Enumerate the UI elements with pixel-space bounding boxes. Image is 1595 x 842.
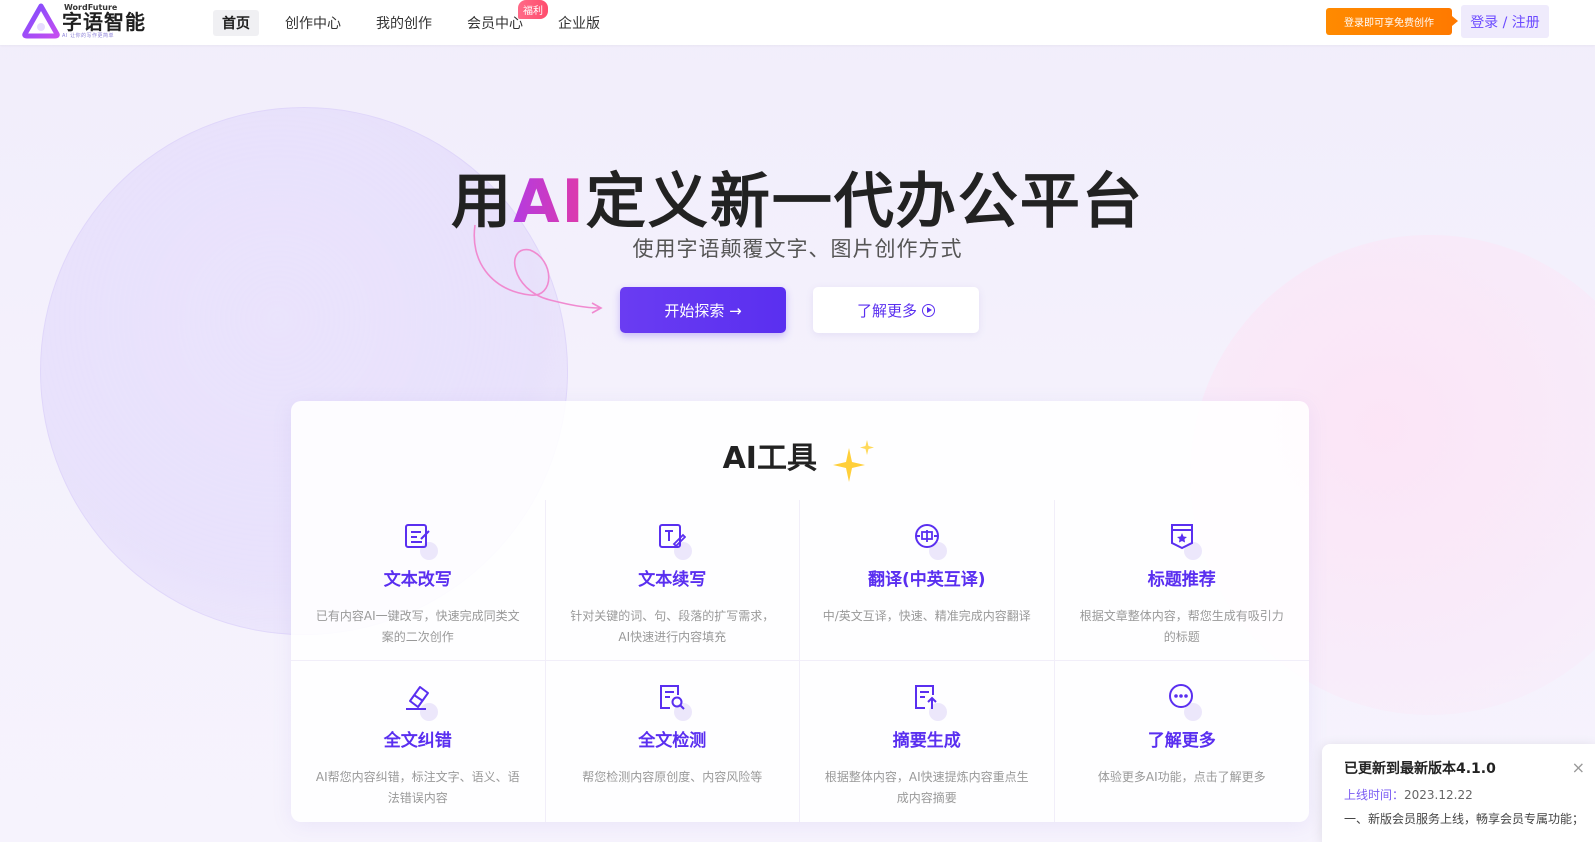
- tool-title-recommend[interactable]: 标题推荐 根据文章整体内容，帮您生成有吸引力的标题: [1054, 500, 1309, 661]
- close-icon[interactable]: ×: [1572, 758, 1585, 777]
- member-welfare-badge: 福利: [518, 0, 548, 19]
- eraser-icon: [400, 681, 438, 721]
- tool-desc: 中/英文互译，快速、精准完成内容翻译: [822, 609, 1031, 623]
- tool-name: 了解更多: [1147, 731, 1216, 751]
- tool-desc: 根据文章整体内容，帮您生成有吸引力的标题: [1079, 609, 1284, 644]
- sparkle-icon: [833, 439, 875, 482]
- learn-more-button[interactable]: 了解更多: [813, 287, 979, 333]
- top-header: WordFuture 字语智能 AI 让你的写作更简单 首页 创作中心 我的创作…: [0, 0, 1595, 45]
- notice-title: 已更新到最新版本4.1.0: [1344, 761, 1496, 777]
- tool-desc: AI帮您内容纠错，标注文字、语义、语法错误内容: [315, 770, 520, 805]
- learn-more-label: 了解更多: [856, 301, 917, 320]
- tool-name: 文本改写: [383, 570, 452, 590]
- tool-full-correction[interactable]: 全文纠错 AI帮您内容纠错，标注文字、语义、语法错误内容: [291, 661, 546, 822]
- tool-text-continue[interactable]: 文本续写 针对关键的词、句、段落的扩写需求，AI快速进行内容填充: [545, 500, 800, 661]
- ai-tools-grid: 文本改写 已有内容AI一键改写，快速完成同类文案的二次创作 文本续写 针对关键的…: [291, 500, 1309, 822]
- star-badge-icon: [1164, 520, 1202, 560]
- login-register-button[interactable]: 登录 / 注册: [1461, 5, 1549, 38]
- tool-desc: 帮您检测内容原创度、内容风险等: [582, 770, 763, 784]
- nav-home[interactable]: 首页: [213, 10, 259, 36]
- logo[interactable]: WordFuture 字语智能 AI 让你的写作更简单: [22, 2, 152, 40]
- tool-desc: 已有内容AI一键改写，快速完成同类文案的二次创作: [315, 609, 520, 644]
- tool-full-detection[interactable]: 全文检测 帮您检测内容原创度、内容风险等: [546, 661, 800, 822]
- tool-name: 摘要生成: [892, 731, 961, 751]
- notice-time-value: 2023.12.22: [1404, 788, 1473, 802]
- nav-member-center-label: 会员中心: [467, 16, 523, 32]
- tool-desc: 针对关键的词、句、段落的扩写需求，AI快速进行内容填充: [570, 609, 775, 644]
- tool-desc: 体验更多AI功能，点击了解更多: [1097, 770, 1266, 784]
- ai-tools-heading: AI工具: [291, 433, 1309, 482]
- doc-upload-icon: [909, 681, 947, 721]
- notice-body: 一、新版会员服务上线，畅享会员专属功能；: [1344, 812, 1585, 826]
- tool-desc: 根据整体内容，AI快速提炼内容重点生成内容摘要: [824, 770, 1029, 805]
- edit-doc-icon: [400, 520, 438, 560]
- nav-enterprise[interactable]: 企业版: [549, 10, 609, 36]
- tool-name: 标题推荐: [1147, 570, 1216, 590]
- hero-title: 用AI定义新一代办公平台: [0, 153, 1595, 240]
- ai-tools-title: AI工具: [722, 441, 817, 476]
- tool-summary-generate[interactable]: 摘要生成 根据整体内容，AI快速提炼内容重点生成内容摘要: [800, 661, 1055, 822]
- tool-name: 翻译(中英互译): [867, 570, 986, 590]
- nav-member-center[interactable]: 会员中心 福利: [458, 0, 548, 36]
- pen-text-icon: [654, 520, 693, 560]
- logo-mark-icon: [22, 3, 60, 39]
- tool-text-rewrite[interactable]: 文本改写 已有内容AI一键改写，快速完成同类文案的二次创作: [291, 500, 546, 661]
- decorative-squiggle-arrow: [473, 224, 603, 314]
- tool-translate[interactable]: 翻译(中英互译) 中/英文互译，快速、精准完成内容翻译: [800, 500, 1055, 661]
- logo-slogan: AI 让你的写作更简单: [62, 32, 114, 39]
- doc-search-icon: [654, 681, 693, 721]
- tool-name: 全文纠错: [383, 731, 452, 751]
- notice-time-label: 上线时间：: [1344, 788, 1405, 802]
- hero-subtitle: 使用字语颠覆文字、图片创作方式: [632, 237, 963, 261]
- play-circle-icon: [922, 303, 935, 317]
- notice-release-time: 上线时间：2023.12.22: [1344, 786, 1595, 803]
- hero-title-suffix: 定义新一代办公平台: [585, 167, 1144, 237]
- logo-chinese: 字语智能: [62, 9, 146, 34]
- start-explore-button[interactable]: 开始探索 →: [620, 287, 786, 333]
- free-creation-promo-button[interactable]: 登录即可享免费创作: [1326, 8, 1458, 35]
- main-nav: 首页 创作中心 我的创作 会员中心 福利 企业版: [213, 0, 626, 36]
- nav-my-creations[interactable]: 我的创作: [367, 10, 441, 36]
- update-notification: 已更新到最新版本4.1.0 × 上线时间：2023.12.22 一、新版会员服务…: [1322, 744, 1595, 842]
- translate-icon: [909, 520, 947, 560]
- nav-creation-center[interactable]: 创作中心: [276, 10, 350, 36]
- tool-learn-more[interactable]: 了解更多 体验更多AI功能，点击了解更多: [1055, 661, 1310, 822]
- more-dots-icon: [1164, 681, 1202, 721]
- ai-tools-card: AI工具 文本改写 已有内容AI一键改写，快速完成同类文案的二次创作 文本续写 …: [291, 401, 1309, 822]
- tool-name: 文本续写: [638, 570, 707, 590]
- tool-name: 全文检测: [638, 731, 707, 751]
